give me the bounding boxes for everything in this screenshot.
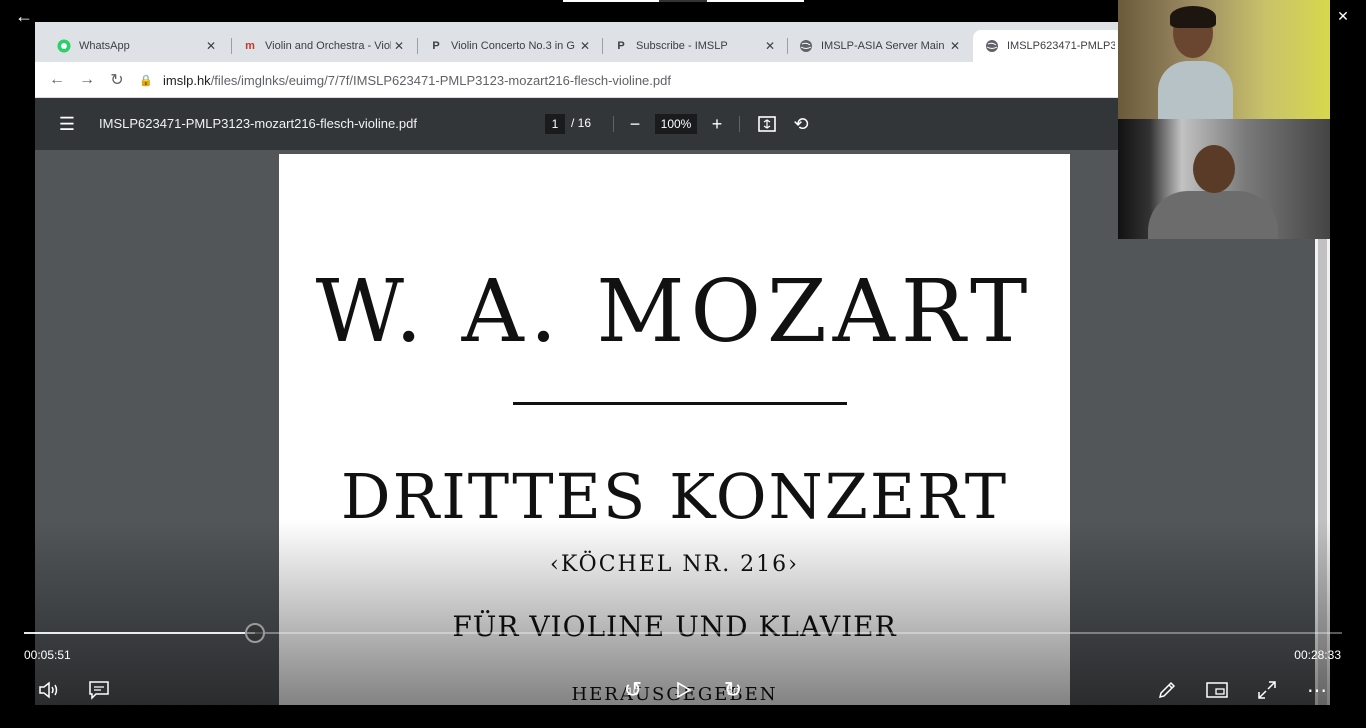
fit-page-icon[interactable] xyxy=(755,112,779,136)
seek-knob[interactable] xyxy=(244,623,265,643)
composer-title: W. A. MOZART xyxy=(315,262,1034,362)
lock-icon: 🔒 xyxy=(139,74,153,87)
tab-violin-concerto[interactable]: P Violin Concerto No.3 in G m ✕ xyxy=(417,30,601,62)
tab-title: Subscribe - IMSLP xyxy=(636,40,728,52)
url-path: /files/imglnks/euimg/7/7f/IMSLP623471-PM… xyxy=(210,72,671,88)
close-tab-icon[interactable]: ✕ xyxy=(577,39,593,53)
title-rule xyxy=(513,402,847,405)
mini-view-icon[interactable] xyxy=(1203,676,1231,704)
reload-icon[interactable]: ↻ xyxy=(105,68,129,92)
top-scrub-indicator xyxy=(563,0,804,2)
volume-icon[interactable] xyxy=(35,676,63,704)
tab-title: WhatsApp xyxy=(79,40,130,52)
tab-title: IMSLP623471-PMLP3123 xyxy=(1007,40,1115,52)
page-total: / 16 xyxy=(571,116,592,130)
skip-forward-seconds: 30 xyxy=(726,686,740,698)
zoom-out-icon[interactable]: − xyxy=(623,112,647,136)
back-arrow-icon[interactable]: ← xyxy=(10,4,38,28)
seek-bar[interactable] xyxy=(24,623,1342,643)
tab-subscribe-imslp[interactable]: P Subscribe - IMSLP ✕ xyxy=(602,30,786,62)
tab-title: Violin and Orchestra - Violin xyxy=(265,40,391,52)
whatsapp-icon xyxy=(57,39,71,53)
tab-imslp-asia[interactable]: IMSLP-ASIA Server Main Pa ✕ xyxy=(787,30,971,62)
catalog-number: ‹KÖCHEL NR. 216› xyxy=(550,552,799,577)
current-time: 00:05:51 xyxy=(24,648,71,662)
close-tab-icon[interactable]: ✕ xyxy=(762,39,778,53)
zoom-level-input[interactable]: 100% xyxy=(655,114,697,134)
back-icon[interactable]: ← xyxy=(45,68,69,92)
seek-bar-played xyxy=(24,632,255,634)
close-tab-icon[interactable]: ✕ xyxy=(391,39,407,53)
webcam-feed-student xyxy=(1118,0,1330,119)
m-logo-icon: m xyxy=(245,40,255,52)
instrumentation: FÜR VIOLINE UND KLAVIER xyxy=(452,610,897,643)
skip-back-icon[interactable]: ↺ 10 xyxy=(618,676,648,704)
tab-violin-orchestra[interactable]: m Violin and Orchestra - Violin ✕ xyxy=(231,30,415,62)
video-player: ← — ⧉ ✕ WhatsApp ✕ m Violin and Orchestr… xyxy=(0,0,1366,728)
pencil-icon[interactable] xyxy=(1153,676,1181,704)
pdf-page: W. A. MOZART DRITTES KONZERT ‹KÖCHEL NR.… xyxy=(279,154,1070,705)
tab-title: Violin Concerto No.3 in G m xyxy=(451,40,577,52)
url-host: imslp.hk xyxy=(163,72,211,88)
zoom-in-icon[interactable]: + xyxy=(705,112,729,136)
close-tab-icon[interactable]: ✕ xyxy=(947,39,963,53)
rotate-icon[interactable]: ⟲ xyxy=(789,112,813,136)
page-number-input[interactable]: 1 xyxy=(545,114,565,134)
captions-icon[interactable] xyxy=(85,676,113,704)
tab-whatsapp[interactable]: WhatsApp ✕ xyxy=(45,30,227,62)
duration: 00:28:33 xyxy=(1294,648,1341,662)
globe-icon xyxy=(985,39,999,53)
skip-back-seconds: 10 xyxy=(626,686,640,698)
skip-forward-icon[interactable]: ↻ 30 xyxy=(718,676,748,704)
webcam-feed-teacher xyxy=(1118,119,1330,239)
globe-icon xyxy=(799,39,813,53)
forward-icon[interactable]: → xyxy=(75,68,99,92)
tab-active-pdf[interactable]: IMSLP623471-PMLP3123 xyxy=(973,30,1123,62)
address-bar[interactable]: 🔒 imslp.hk/files/imglnks/euimg/7/7f/IMSL… xyxy=(139,66,1239,94)
fullscreen-icon[interactable] xyxy=(1253,676,1281,704)
work-title: DRITTES KONZERT xyxy=(340,460,1009,533)
imslp-p-icon: P xyxy=(617,40,625,52)
play-icon[interactable] xyxy=(670,676,698,704)
imslp-p-icon: P xyxy=(432,40,440,52)
more-options-icon[interactable]: ⋯ xyxy=(1303,676,1331,704)
pdf-filename: IMSLP623471-PMLP3123-mozart216-flesch-vi… xyxy=(99,116,417,131)
menu-icon[interactable]: ☰ xyxy=(55,112,79,136)
tab-title: IMSLP-ASIA Server Main Pa xyxy=(821,40,947,52)
close-tab-icon[interactable]: ✕ xyxy=(203,39,219,53)
